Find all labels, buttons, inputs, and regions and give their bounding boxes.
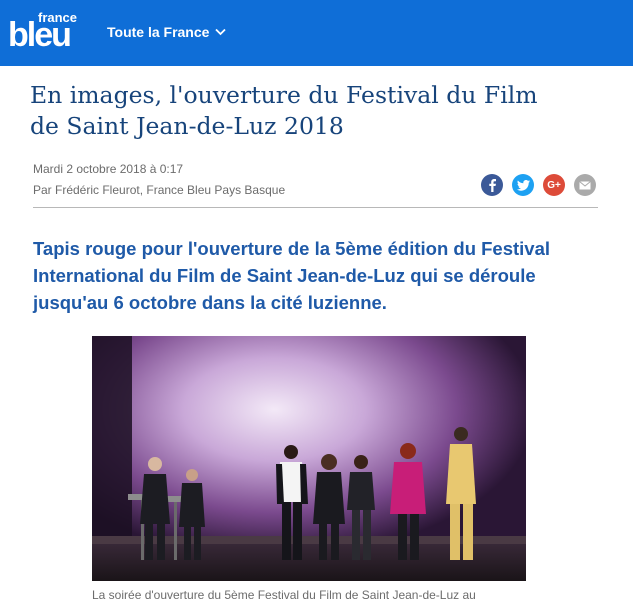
article-author[interactable]: Par Frédéric Fleurot, France Bleu Pays B… xyxy=(33,183,285,197)
region-selector-label: Toute la France xyxy=(107,24,210,40)
logo-large-text: bleu xyxy=(8,16,72,54)
france-bleu-logo[interactable]: france bleu xyxy=(8,10,78,56)
article-lead: Tapis rouge pour l'ouverture de la 5ème … xyxy=(33,238,551,313)
divider xyxy=(33,207,598,208)
email-icon xyxy=(579,180,591,189)
email-share-button[interactable] xyxy=(574,174,596,196)
twitter-icon xyxy=(516,179,530,191)
facebook-share-button[interactable] xyxy=(481,174,503,196)
region-selector[interactable]: Toute la France xyxy=(107,24,227,40)
photo-caption: La soirée d'ouverture du 5ème Festival d… xyxy=(92,588,476,602)
article-photo[interactable] xyxy=(92,336,526,581)
chevron-down-icon xyxy=(215,28,227,36)
facebook-icon xyxy=(489,179,496,192)
google-plus-icon: G+ xyxy=(547,179,561,191)
article-title: En images, l'ouverture du Festival du Fi… xyxy=(30,81,538,140)
festival-opening-photo xyxy=(92,336,526,581)
article-date: Mardi 2 octobre 2018 à 0:17 xyxy=(33,162,184,176)
twitter-share-button[interactable] xyxy=(512,174,534,196)
top-navigation-bar: france bleu Toute la France xyxy=(0,0,633,66)
google-plus-share-button[interactable]: G+ xyxy=(543,174,565,196)
